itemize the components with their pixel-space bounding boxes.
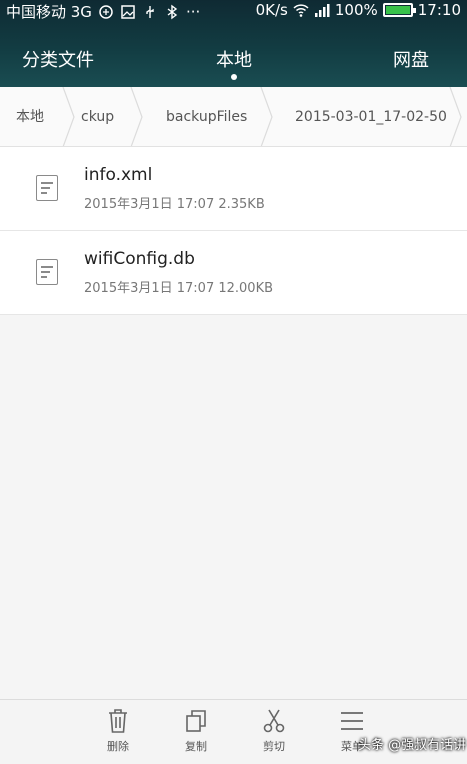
- copy-label: 复制: [185, 740, 207, 753]
- chevron-right-icon: [62, 87, 75, 146]
- list-item[interactable]: info.xml 2015年3月1日 17:07 2.35KB: [0, 147, 467, 231]
- document-icon: [36, 175, 58, 201]
- battery-percent: 100%: [334, 1, 378, 19]
- bluetooth-icon: [167, 4, 178, 19]
- wifi-icon: [293, 4, 309, 17]
- chevron-right-icon: [260, 87, 273, 146]
- file-meta: 2015年3月1日 17:07 12.00KB: [84, 281, 274, 296]
- chevron-right-icon: [449, 87, 462, 146]
- carrier-label: 中国移动 3G: [6, 3, 92, 21]
- active-tab-indicator: [231, 74, 237, 80]
- list-item[interactable]: wifiConfig.db 2015年3月1日 17:07 12.00KB: [0, 231, 467, 315]
- breadcrumb-item-current-folder[interactable]: 2015-03-01_17-02-50: [295, 87, 447, 146]
- tab-local[interactable]: 本地: [216, 46, 252, 72]
- file-list: info.xml 2015年3月1日 17:07 2.35KB wifiConf…: [0, 147, 467, 315]
- image-icon: [121, 4, 135, 19]
- tab-bar: 分类文件 本地 网盘: [0, 40, 467, 80]
- more-notifications-icon: ···: [185, 2, 201, 21]
- file-name: info.xml: [84, 165, 153, 185]
- copy-button[interactable]: 复制: [166, 708, 226, 754]
- trash-icon: [109, 709, 127, 733]
- cut-label: 剪切: [263, 740, 285, 753]
- app-header: 中国移动 3G ··· 0K/s 100% 17:10 分类文件 本地 网盘: [0, 0, 467, 87]
- breadcrumb-item-backupfiles[interactable]: backupFiles: [166, 87, 247, 146]
- clock: 17:10: [417, 1, 461, 19]
- breadcrumb-item-backup[interactable]: ckup: [81, 87, 114, 146]
- watermark: 头条 @强叔有话讲: [358, 738, 467, 753]
- status-bar: 中国移动 3G ··· 0K/s 100% 17:10: [0, 0, 467, 24]
- delete-label: 删除: [107, 740, 129, 753]
- document-icon: [36, 259, 58, 285]
- file-name: wifiConfig.db: [84, 249, 195, 269]
- cut-button[interactable]: 剪切: [244, 708, 304, 754]
- breadcrumb-item-local[interactable]: 本地: [16, 87, 44, 146]
- battery-level: [385, 6, 410, 14]
- copy-icon: [186, 710, 206, 732]
- sync-icon: [99, 4, 113, 19]
- file-meta: 2015年3月1日 17:07 2.35KB: [84, 197, 265, 212]
- tab-cloud-drive[interactable]: 网盘: [393, 46, 429, 72]
- delete-button[interactable]: 删除: [88, 708, 148, 754]
- battery-icon: [382, 3, 416, 17]
- action-bar: 删除 复制 剪切 菜单: [0, 699, 467, 764]
- scissors-icon: [263, 709, 285, 733]
- signal-icon: [314, 4, 330, 17]
- chevron-right-icon: [130, 87, 143, 146]
- usb-icon: [146, 5, 154, 18]
- menu-icon: [341, 712, 363, 730]
- network-speed: 0K/s: [255, 1, 288, 19]
- tab-categories[interactable]: 分类文件: [22, 46, 94, 72]
- breadcrumb: 本地 ckup backupFiles 2015-03-01_17-02-50: [0, 87, 467, 147]
